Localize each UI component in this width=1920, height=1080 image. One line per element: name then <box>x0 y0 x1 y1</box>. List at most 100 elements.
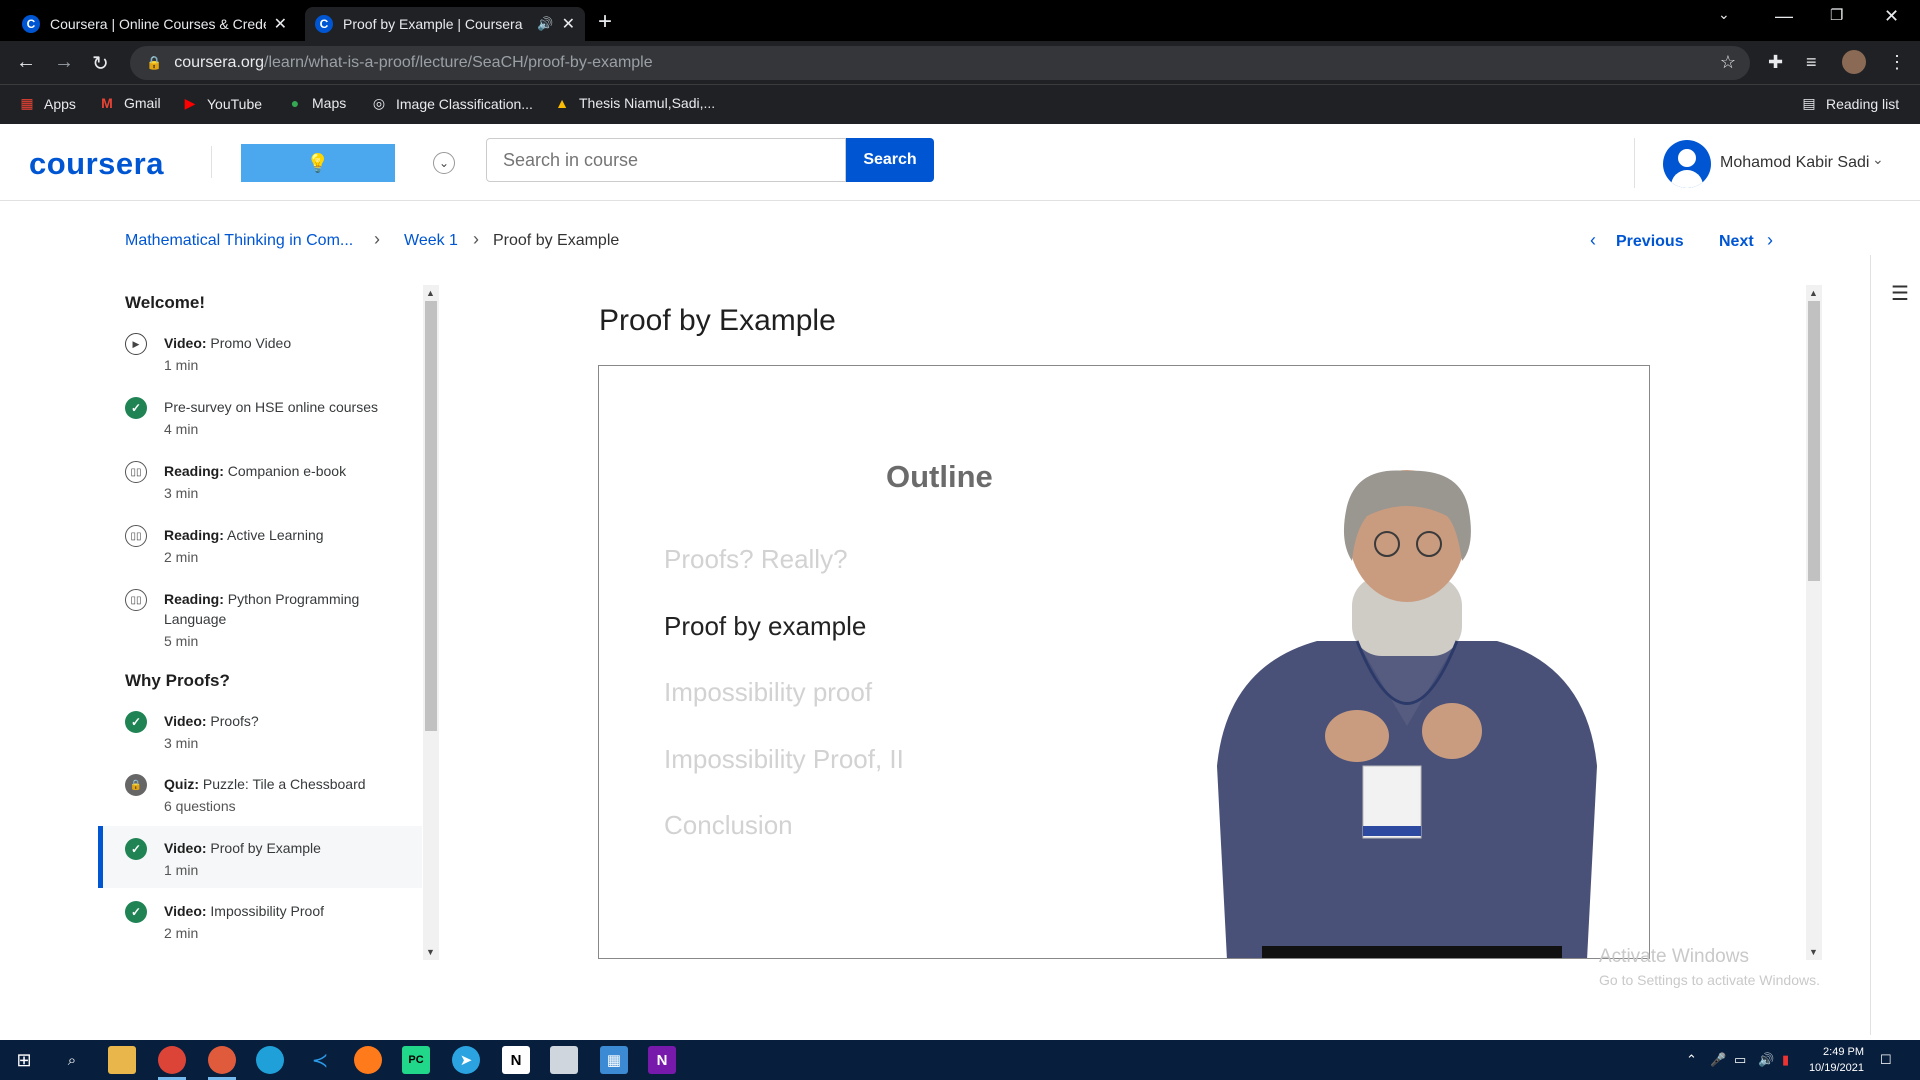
item-type: Quiz: <box>164 776 199 792</box>
bookmark-youtube[interactable]: ▶ YouTube <box>181 95 262 112</box>
media-control-icon[interactable]: ≡ <box>1806 52 1817 73</box>
main-scrollbar[interactable]: ▲ ▼ <box>1806 285 1822 960</box>
section-title: Why Proofs? <box>125 671 230 690</box>
chrome-icon[interactable] <box>158 1046 186 1074</box>
pycharm-icon[interactable]: PC <box>402 1046 430 1074</box>
bookmark-apps[interactable]: ▦ Apps <box>18 95 76 112</box>
tab-coursera-home[interactable]: C Coursera | Online Courses & Credential… <box>12 7 297 41</box>
microphone-icon[interactable]: 🎤 <box>1710 1052 1726 1068</box>
scroll-up-icon[interactable]: ▲ <box>426 288 435 298</box>
item-type: Video: <box>164 903 207 919</box>
scrollbar-thumb[interactable] <box>425 301 437 731</box>
chrome-profile-icon[interactable] <box>208 1046 236 1074</box>
scroll-up-icon[interactable]: ▲ <box>1809 288 1818 298</box>
bookmark-maps[interactable]: ● Maps <box>286 95 346 111</box>
breadcrumb-week[interactable]: Week 1 <box>404 232 458 250</box>
list-item[interactable]: 🔒 Quiz: Puzzle: Tile a Chessboard 6 ques… <box>98 770 422 832</box>
system-clock[interactable]: 2:49 PM 10/19/2021 <box>1798 1044 1864 1076</box>
battery-icon[interactable]: ▮ <box>1782 1052 1789 1068</box>
item-type: Reading: <box>164 591 224 607</box>
back-icon[interactable]: ← <box>16 51 36 74</box>
breadcrumb-current: Proof by Example <box>493 232 620 249</box>
chevron-left-icon[interactable]: ‹ <box>1590 230 1596 251</box>
reload-icon[interactable]: ↻ <box>92 51 109 76</box>
list-item[interactable]: ✓ Video: Impossibility Proof 2 min <box>98 897 422 959</box>
lock-icon: 🔒 <box>146 55 163 70</box>
scroll-down-icon[interactable]: ▼ <box>426 947 435 957</box>
search-icon[interactable]: ⌕ <box>58 1046 86 1074</box>
bookmark-star-icon[interactable]: ☆ <box>1720 52 1736 73</box>
scrollbar-thumb[interactable] <box>1808 301 1820 581</box>
close-tab-icon[interactable]: ✕ <box>562 14 575 34</box>
app-icon[interactable] <box>550 1046 578 1074</box>
minimize-button[interactable]: — <box>1775 6 1793 27</box>
chevron-down-icon[interactable]: ⌄ <box>1872 151 1884 168</box>
list-item[interactable]: ✓ Video: Proofs? 3 min <box>98 707 422 769</box>
check-icon: ✓ <box>125 397 147 419</box>
address-toolbar: ← → ↻ 🔒 coursera.org /learn/what-is-a-pr… <box>0 41 1920 84</box>
volume-icon[interactable]: 🔊 <box>1758 1052 1774 1068</box>
item-name: Impossibility Proof <box>210 903 325 919</box>
breadcrumb-course[interactable]: Mathematical Thinking in Com... <box>125 232 353 250</box>
tab-proof-by-example[interactable]: C Proof by Example | Coursera 🔊 ✕ <box>305 7 585 41</box>
profile-avatar-icon[interactable] <box>1842 50 1866 74</box>
telegram-icon[interactable]: ➤ <box>452 1046 480 1074</box>
user-avatar-icon[interactable] <box>1663 140 1711 188</box>
new-tab-button[interactable]: + <box>598 8 612 36</box>
previous-button[interactable]: Previous <box>1616 233 1684 251</box>
list-item[interactable]: ✓ Pre-survey on HSE online courses 4 min <box>98 393 422 455</box>
forward-icon[interactable]: → <box>54 51 74 74</box>
list-item[interactable]: ▯▯ Reading: Python Programming Language … <box>98 585 422 665</box>
reading-list-button[interactable]: ▤ Reading list <box>1800 95 1899 112</box>
coursera-logo[interactable]: coursera <box>29 146 164 182</box>
vscode-icon[interactable]: ≺ <box>306 1046 334 1074</box>
chevron-up-icon[interactable]: ⌃ <box>1686 1052 1697 1068</box>
video-player[interactable]: Outline Proofs? Really? Proof by example… <box>598 365 1650 959</box>
search-input[interactable] <box>486 138 846 182</box>
activate-windows-subtitle: Go to Settings to activate Windows. <box>1599 972 1820 988</box>
notifications-icon[interactable]: ☐ <box>1880 1052 1892 1068</box>
file-explorer-icon[interactable] <box>108 1046 136 1074</box>
calculator-icon[interactable]: ▦ <box>600 1046 628 1074</box>
globe-icon: ◎ <box>372 95 386 111</box>
notes-icon[interactable]: ☰ <box>1891 281 1909 306</box>
speaker-icon[interactable]: 🔊 <box>537 16 553 32</box>
chevron-right-icon: › <box>374 229 380 249</box>
sidebar-scrollbar[interactable]: ▲ ▼ <box>423 285 439 960</box>
maps-pin-icon: ● <box>290 95 300 111</box>
tab-search-icon[interactable]: ⌄ <box>1718 6 1730 23</box>
restore-button[interactable]: ❐ <box>1830 6 1843 24</box>
next-button[interactable]: Next <box>1719 233 1754 251</box>
network-icon[interactable]: ▭ <box>1734 1052 1746 1068</box>
extensions-icon[interactable]: ✚ <box>1768 52 1783 73</box>
url-path: /learn/what-is-a-proof/lecture/SeaCH/pro… <box>264 54 653 71</box>
close-window-button[interactable]: ✕ <box>1884 6 1899 27</box>
scroll-down-icon[interactable]: ▼ <box>1809 947 1818 957</box>
close-tab-icon[interactable]: ✕ <box>274 14 287 34</box>
url-bar[interactable]: 🔒 coursera.org /learn/what-is-a-proof/le… <box>130 46 1750 80</box>
divider <box>211 146 212 178</box>
search-button[interactable]: Search <box>846 138 934 182</box>
item-type: Reading: <box>164 527 224 543</box>
browser-tab-bar: C Coursera | Online Courses & Credential… <box>0 0 1920 41</box>
edge-icon[interactable] <box>256 1046 284 1074</box>
windows-start-icon[interactable]: ⊞ <box>10 1046 38 1074</box>
item-name: Proof by Example <box>210 840 321 856</box>
onenote-icon[interactable]: N <box>648 1046 676 1074</box>
bookmark-thesis[interactable]: ▲ Thesis Niamul,Sadi,... <box>553 95 715 111</box>
bookmark-image-classification[interactable]: ◎ Image Classification... <box>370 95 533 112</box>
apps-grid-icon: ▦ <box>20 95 34 111</box>
bookmark-gmail[interactable]: M Gmail <box>98 95 160 111</box>
list-item[interactable]: ▯▯ Reading: Companion e-book 3 min <box>98 457 422 519</box>
institution-banner[interactable]: 💡 <box>241 144 395 182</box>
chevron-right-icon[interactable]: › <box>1767 230 1773 251</box>
notion-icon[interactable]: N <box>502 1046 530 1074</box>
firefox-icon[interactable] <box>354 1046 382 1074</box>
list-item[interactable]: ▶ Video: Promo Video 1 min <box>98 329 422 391</box>
item-duration: 5 min <box>164 633 199 649</box>
chevron-down-icon[interactable]: ⌄ <box>433 152 455 174</box>
user-name[interactable]: Mohamod Kabir Sadi <box>1720 154 1869 172</box>
chrome-menu-icon[interactable]: ⋮ <box>1888 52 1906 73</box>
list-item[interactable]: ▯▯ Reading: Active Learning 2 min <box>98 521 422 583</box>
list-item-active[interactable]: ✓ Video: Proof by Example 1 min <box>98 826 422 888</box>
